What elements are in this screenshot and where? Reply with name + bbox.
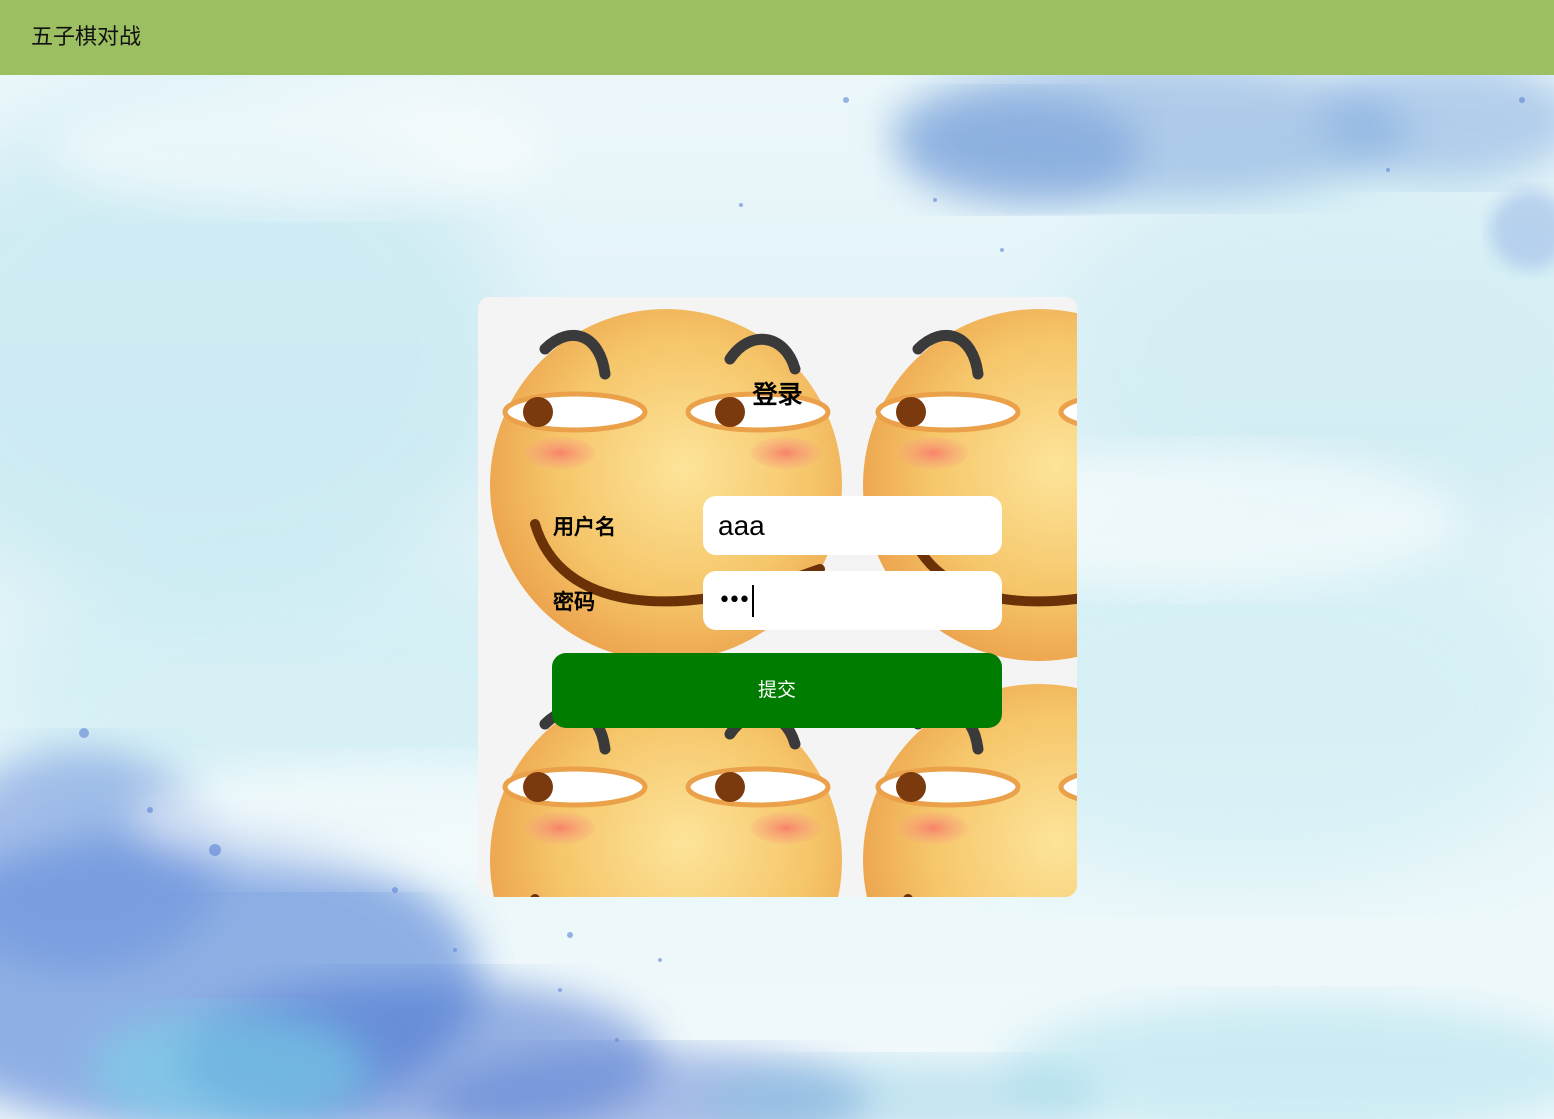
password-input[interactable]: •••	[703, 571, 1002, 630]
text-caret	[751, 584, 754, 617]
password-masked-value: •••	[718, 588, 751, 613]
login-card: 登录 用户名 aaa 密码 ••• 提交	[478, 297, 1077, 897]
username-value: aaa	[718, 509, 765, 541]
password-label: 密码	[553, 590, 595, 614]
top-navbar: 五子棋对战	[0, 0, 1554, 75]
submit-button[interactable]: 提交	[552, 653, 1002, 728]
login-title: 登录	[752, 380, 803, 409]
app-title: 五子棋对战	[31, 25, 142, 50]
page: 五子棋对战 登录 用户名 aaa 密码 ••• 提交	[0, 0, 1554, 1119]
username-input[interactable]: aaa	[703, 496, 1002, 555]
username-label: 用户名	[553, 515, 616, 539]
